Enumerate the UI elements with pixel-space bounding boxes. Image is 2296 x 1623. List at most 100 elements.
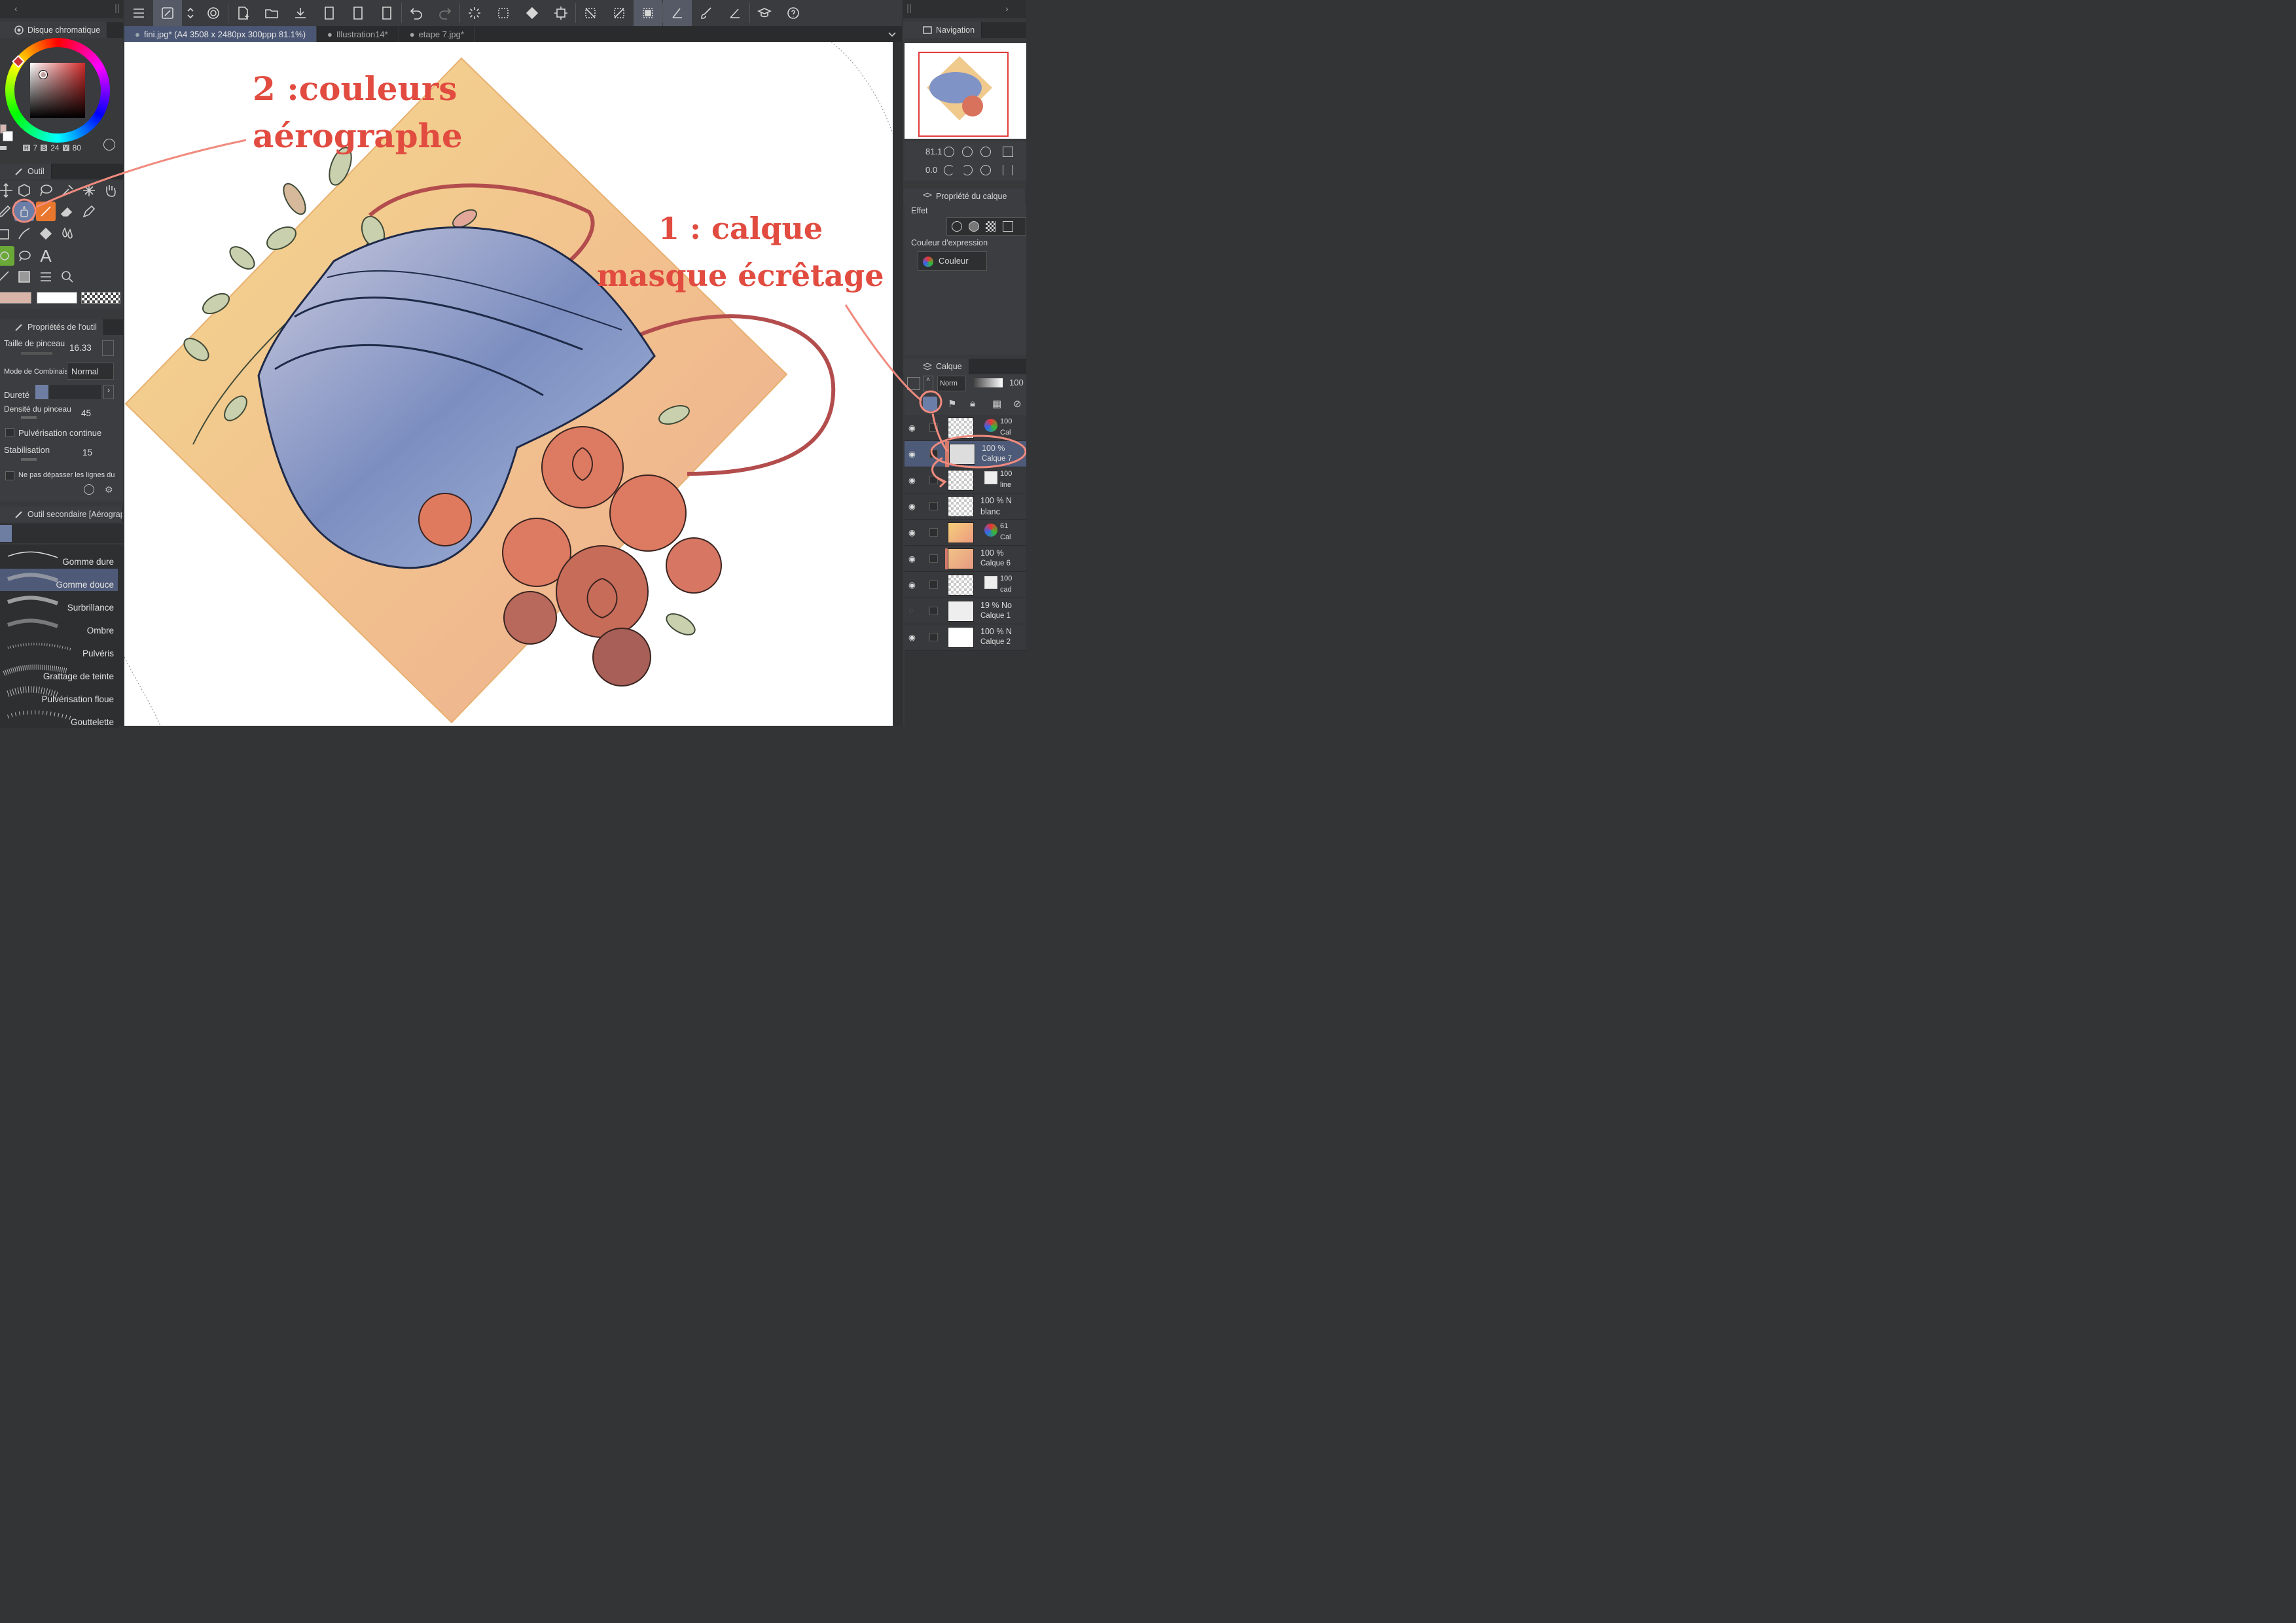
brush-item-selected[interactable]: Gomme douce xyxy=(0,569,118,591)
tab-tool-props[interactable]: Propriétés de l'outil xyxy=(0,319,104,335)
hardness-selector[interactable] xyxy=(35,385,101,399)
rotate-right-icon[interactable] xyxy=(962,165,973,175)
pen-tool-icon[interactable] xyxy=(0,202,14,221)
gradient-drops-icon[interactable] xyxy=(58,224,77,243)
eye-icon[interactable]: ◉ xyxy=(908,449,919,459)
undo-icon[interactable] xyxy=(402,0,431,26)
transform-icon[interactable] xyxy=(547,0,575,26)
v-value[interactable]: 80 xyxy=(73,143,81,152)
layer-select-checkbox[interactable] xyxy=(929,607,938,615)
brush-item[interactable]: Gouttelette xyxy=(0,706,118,728)
frame-icon[interactable] xyxy=(36,267,56,287)
brush-size-value[interactable]: 16.33 xyxy=(69,343,92,353)
flip-horizontal-icon[interactable] xyxy=(1003,165,1013,175)
panel-grip-icon[interactable] xyxy=(115,4,119,13)
selection-border-icon[interactable] xyxy=(634,0,662,26)
blend-icon[interactable] xyxy=(14,224,34,243)
redo-icon[interactable] xyxy=(431,0,459,26)
menu-icon[interactable] xyxy=(124,0,153,26)
zoom-value[interactable]: 81.1 xyxy=(925,147,942,156)
collapse-right-icon[interactable]: › xyxy=(1005,3,1009,14)
density-value[interactable]: 45 xyxy=(81,408,91,418)
save-icon[interactable] xyxy=(286,0,315,26)
rotation-value[interactable]: 0.0 xyxy=(925,165,937,175)
reset-rotation-icon[interactable] xyxy=(980,165,991,175)
export-jpg-icon[interactable] xyxy=(315,0,344,26)
layer-select-checkbox[interactable] xyxy=(929,450,938,458)
decoration-icon[interactable] xyxy=(36,202,56,221)
text-icon[interactable]: A xyxy=(36,246,56,266)
eye-icon[interactable]: ◉ xyxy=(908,423,919,433)
spinner-icon[interactable] xyxy=(460,0,489,26)
tab-layer-props[interactable]: Propriété du calque xyxy=(903,188,1026,204)
tab-color-wheel[interactable]: Disque chromatique xyxy=(0,22,108,38)
eye-icon[interactable]: ◉ xyxy=(908,527,919,538)
eye-icon[interactable]: ◉ xyxy=(908,501,919,512)
eye-hidden-icon[interactable]: ○ xyxy=(908,606,919,616)
zoom-out-icon[interactable] xyxy=(944,147,954,157)
stabilization-value[interactable]: 15 xyxy=(82,448,92,457)
layer-row-selected[interactable]: ◉ 100 % Calque 7 xyxy=(905,441,1026,467)
invert-selection-icon[interactable] xyxy=(605,0,634,26)
pen-check-icon[interactable] xyxy=(663,0,692,26)
vector-pen-icon[interactable] xyxy=(79,202,99,221)
lock-alpha-icon[interactable]: ▦ xyxy=(992,398,1004,410)
s-value[interactable]: 24 xyxy=(50,143,59,152)
brush-item[interactable]: Pulvérisation floue xyxy=(0,683,118,705)
layer-row[interactable]: ◉ 100 % N Calque 2 xyxy=(905,624,1026,651)
triangle-icon[interactable] xyxy=(102,340,114,356)
magic-wand-icon[interactable] xyxy=(79,181,99,200)
zoom-icon[interactable] xyxy=(58,267,77,287)
stabilization-slider[interactable] xyxy=(21,458,37,461)
fill-bucket-icon[interactable] xyxy=(36,224,56,243)
layer-select-checkbox[interactable] xyxy=(929,423,938,432)
tab-layers[interactable]: Calque xyxy=(903,359,969,374)
eye-icon[interactable]: ◉ xyxy=(908,554,919,564)
chevron-up-icon[interactable]: ˄ xyxy=(923,376,933,391)
fill-icon[interactable] xyxy=(518,0,547,26)
layer-row[interactable]: ◉ 61 Cal xyxy=(905,520,1026,546)
reference-layer-icon[interactable]: ⚑ xyxy=(948,398,960,410)
chevron-updown-icon[interactable] xyxy=(182,0,199,26)
pattern-effect-icon[interactable] xyxy=(986,221,996,232)
export-png-icon[interactable] xyxy=(344,0,372,26)
opacity-value[interactable]: 100 xyxy=(1009,378,1024,387)
layer-select-checkbox[interactable] xyxy=(929,633,938,641)
figure-icon[interactable] xyxy=(0,246,14,266)
eye-icon[interactable]: ◉ xyxy=(908,580,919,590)
opacity-slider[interactable] xyxy=(974,378,1003,387)
fit-window-icon[interactable] xyxy=(1003,147,1013,157)
gear-pen-icon[interactable] xyxy=(153,0,182,26)
layer-select-checkbox[interactable] xyxy=(929,476,938,484)
select-all-icon[interactable] xyxy=(489,0,518,26)
doc-tab-illustration14[interactable]: ● Illustration14* xyxy=(317,26,399,42)
brush-icon[interactable] xyxy=(692,0,721,26)
eyedropper-icon[interactable] xyxy=(58,181,77,200)
layer-select-checkbox[interactable] xyxy=(929,554,938,563)
doc-tab-fini[interactable]: ● fini.jpg* (A4 3508 x 2480px 300ppp 81.1… xyxy=(124,26,317,42)
saturation-value-square[interactable] xyxy=(30,63,85,118)
layer-select-checkbox[interactable] xyxy=(929,528,938,537)
tab-tool[interactable]: Outil xyxy=(0,164,52,179)
lock-icon[interactable]: 🔒︎ xyxy=(970,398,982,410)
layer-row[interactable]: ◉ 100 cad xyxy=(905,572,1026,598)
rotate-left-icon[interactable] xyxy=(944,165,954,175)
deselect-icon[interactable] xyxy=(576,0,605,26)
fit-icon[interactable] xyxy=(980,147,991,157)
layer-row[interactable]: ○ 19 % No Calque 1 xyxy=(905,598,1026,624)
h-value[interactable]: 7 xyxy=(33,143,38,152)
airbrush-icon[interactable] xyxy=(14,202,34,221)
wrench-icon[interactable]: ⚙ xyxy=(105,484,115,495)
tab-sub-tool[interactable]: Outil secondaire [Aérographe] xyxy=(0,507,123,522)
export-psd-icon[interactable] xyxy=(372,0,401,26)
layer-row[interactable]: ◉ 100 Cal xyxy=(905,415,1026,441)
eraser-icon[interactable] xyxy=(58,202,77,221)
transparent-swatch[interactable] xyxy=(0,146,7,150)
eye-icon[interactable]: ◉ xyxy=(908,632,919,643)
doc-tab-etape7[interactable]: ● etape 7.jpg* xyxy=(399,26,475,42)
layer-select-checkbox[interactable] xyxy=(929,502,938,510)
move-icon[interactable] xyxy=(0,181,16,200)
hand-icon[interactable] xyxy=(101,181,120,200)
chevron-down-icon[interactable] xyxy=(882,26,902,42)
ruler-icon[interactable] xyxy=(721,0,749,26)
